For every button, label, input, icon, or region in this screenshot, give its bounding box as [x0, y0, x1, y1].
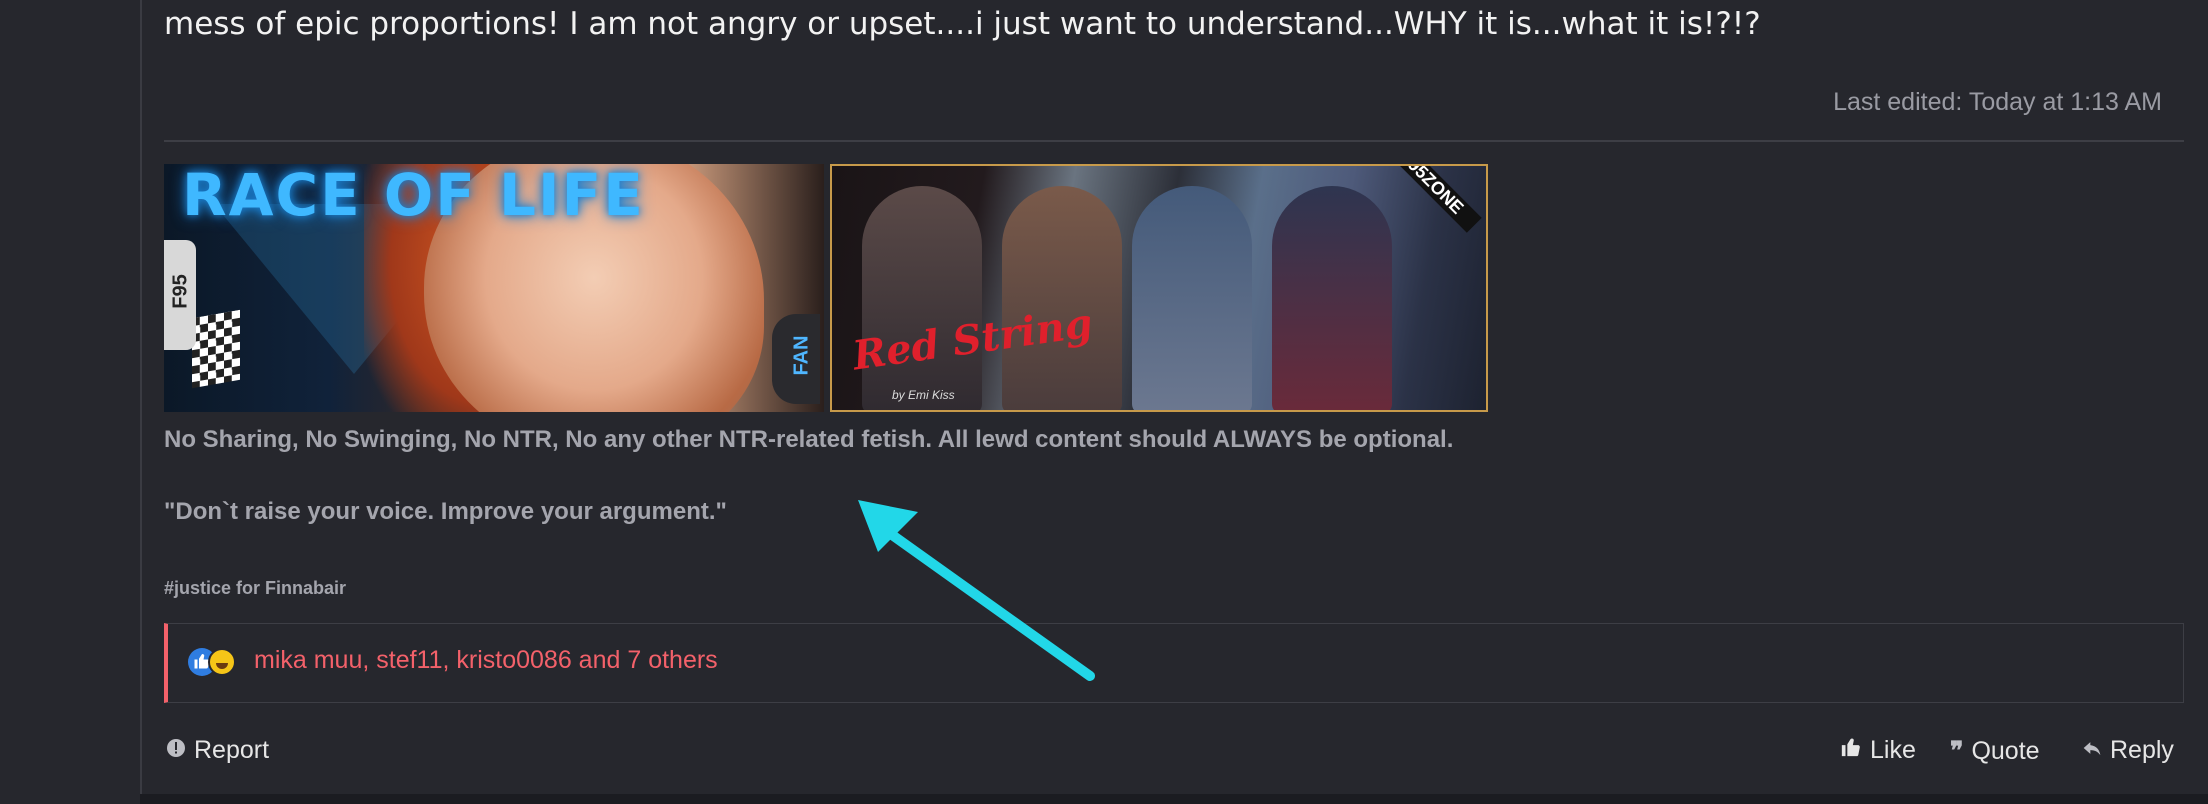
reaction-names-link[interactable]: mika muu, stef11, kristo0086 and 7 other… — [254, 646, 718, 675]
banner-title: RACE OF LIFE — [182, 164, 645, 229]
signature-banner-red-string[interactable]: Red String by Emi Kiss F95ZONE — [830, 164, 1488, 412]
thumbs-up-icon — [1840, 736, 1862, 765]
reply-button[interactable]: Reply — [2082, 736, 2174, 765]
banner-character-art — [1132, 186, 1252, 410]
fan-badge-label: FAN — [790, 335, 813, 376]
signature-quote: "Don`t raise your voice. Improve your ar… — [164, 498, 727, 525]
reply-arrow-icon — [2082, 736, 2102, 765]
quote-label: Quote — [1971, 737, 2040, 765]
report-label: Report — [194, 736, 270, 764]
f95zone-corner-label: F95ZONE — [1381, 166, 1482, 233]
f95-tag-label: F95 — [169, 274, 192, 309]
like-label: Like — [1870, 736, 1916, 764]
reactions-bar[interactable]: mika muu, stef11, kristo0086 and 7 other… — [164, 623, 2184, 703]
quote-button[interactable]: ❞ Quote — [1950, 736, 2040, 766]
checkered-flag-icon — [192, 309, 240, 389]
last-edited-label: Last edited: Today at 1:13 AM — [1833, 88, 2162, 116]
signature-banner-race-of-life[interactable]: RACE OF LIFE F95 FAN — [164, 164, 824, 412]
post-container: mess of epic proportions! I am not angry… — [140, 0, 2208, 794]
alert-circle-icon — [166, 736, 186, 765]
signature-divider — [164, 140, 2184, 142]
signature-hashtag: #justice for Finnabair — [164, 578, 347, 598]
quote-icon: ❞ — [1950, 736, 1964, 765]
banner-character-art — [1272, 186, 1392, 410]
haha-reaction-icon — [208, 648, 236, 676]
post-body-text: mess of epic proportions! I am not angry… — [164, 6, 1761, 42]
reply-label: Reply — [2110, 736, 2174, 764]
banner-character-art — [1002, 186, 1122, 410]
fan-badge: FAN — [772, 314, 820, 404]
f95-tag: F95 — [164, 240, 196, 350]
report-button[interactable]: Report — [166, 736, 269, 765]
banner-character-art — [862, 186, 982, 410]
like-button[interactable]: Like — [1840, 736, 1916, 765]
left-gutter — [0, 0, 140, 804]
signature-line: No Sharing, No Swinging, No NTR, No any … — [164, 426, 1454, 453]
banner-subtitle: by Emi Kiss — [892, 388, 955, 402]
